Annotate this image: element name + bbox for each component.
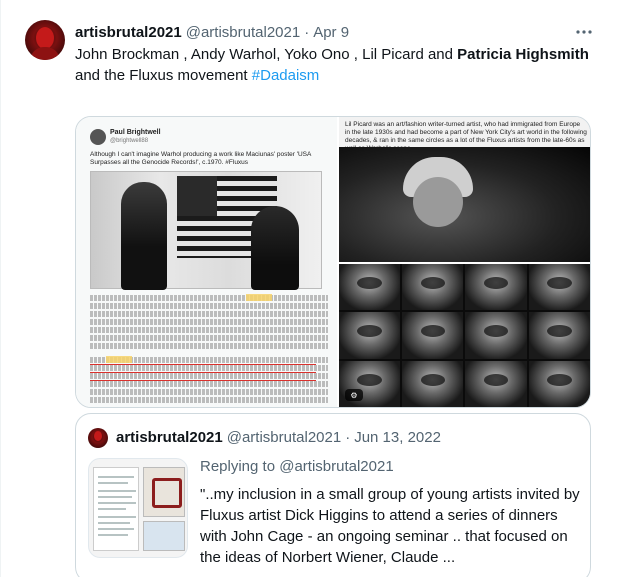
tweet-text: John Brockman , Andy Warhol, Yoko Ono , …	[75, 44, 595, 86]
tweet-text-bold: Patricia Highsmith	[457, 46, 589, 63]
portrait-photo	[338, 147, 590, 262]
media-grid: Paul Brightwell @brightwell88 Although I…	[75, 116, 591, 408]
tweet-text-part1: John Brockman , Andy Warhol, Yoko Ono , …	[75, 46, 458, 63]
text-line	[90, 365, 328, 371]
display-name[interactable]: artisbrutal2021	[75, 24, 182, 41]
doc-line	[98, 476, 134, 478]
grid-photo	[338, 312, 401, 359]
underline-mark	[90, 380, 316, 381]
more-icon[interactable]	[574, 22, 594, 42]
text-line	[90, 295, 328, 301]
grid-photo	[528, 312, 590, 359]
text-line	[90, 373, 328, 379]
replying-to[interactable]: Replying to @artisbrutal2021	[200, 458, 394, 475]
grid-photo	[402, 312, 464, 359]
grid-photo	[528, 264, 590, 311]
photo-person-left	[121, 182, 167, 290]
text-line	[90, 303, 328, 309]
quoted-avatar-face	[94, 431, 102, 441]
tweet[interactable]: artisbrutal2021 @artisbrutal2021 · Apr 9…	[0, 0, 627, 577]
grid-photo	[465, 312, 527, 359]
doc-line	[98, 490, 136, 492]
tweet-date[interactable]: Apr 9	[313, 24, 349, 41]
thumbnail-photo	[143, 521, 185, 551]
grid-photo	[402, 264, 464, 311]
quoted-display-name[interactable]: artisbrutal2021	[116, 429, 223, 446]
doc-line	[98, 502, 136, 504]
quoted-date[interactable]: Jun 13, 2022	[354, 429, 441, 446]
avatar[interactable]	[25, 20, 65, 60]
screenshot-handle: @brightwell88	[110, 138, 149, 144]
text-line	[90, 335, 328, 341]
flag-canton	[177, 176, 217, 216]
media-image-top-right[interactable]: Lil Picard was an art/fashion writer-tur…	[338, 117, 590, 262]
quoted-header: artisbrutal2021 @artisbrutal2021 · Jun 1…	[116, 429, 441, 446]
separator-dot: ·	[304, 24, 310, 41]
text-line	[90, 389, 328, 395]
text-line	[90, 381, 328, 387]
grid-photo	[338, 264, 401, 311]
doc-line	[98, 496, 132, 498]
doc-line	[98, 482, 128, 484]
underline-mark	[90, 372, 316, 373]
doc-line	[98, 522, 130, 524]
doc-line	[98, 528, 134, 530]
media-image-left[interactable]: Paul Brightwell @brightwell88 Although I…	[76, 117, 337, 407]
screenshot-author: Paul Brightwell	[110, 129, 161, 136]
tweet-header: artisbrutal2021 @artisbrutal2021 · Apr 9	[75, 24, 349, 44]
quoted-avatar[interactable]	[88, 428, 108, 448]
text-line	[90, 319, 328, 325]
avatar-face	[36, 27, 54, 49]
quoted-tweet[interactable]: artisbrutal2021 @artisbrutal2021 · Jun 1…	[75, 413, 591, 577]
quoted-handle[interactable]: @artisbrutal2021	[227, 429, 341, 446]
tweet-text-part2: and the Fluxus movement	[75, 67, 252, 84]
more-icon-svg	[576, 30, 592, 34]
media-image-bottom-right[interactable]: ⚙	[338, 264, 590, 407]
text-line	[90, 327, 328, 333]
photo-person-right	[251, 206, 299, 290]
thumbnail-document	[93, 467, 139, 551]
grid-photo	[528, 360, 590, 407]
screenshot-photo	[90, 171, 322, 290]
underline-mark	[90, 364, 316, 365]
user-handle[interactable]: @artisbrutal2021	[186, 24, 300, 41]
text-line	[90, 343, 328, 349]
screenshot-quote: Although I can't imagine Warhol producin…	[90, 151, 311, 166]
quoted-thumbnail[interactable]	[88, 458, 188, 558]
doc-line	[98, 534, 128, 536]
thumbnail-artwork	[143, 467, 185, 517]
separator-dot: ·	[345, 429, 351, 446]
doc-line	[98, 516, 136, 518]
grid-photo	[402, 360, 464, 407]
photo-grid	[338, 264, 590, 407]
hashtag-link[interactable]: #Dadaism	[252, 67, 320, 84]
text-line	[90, 397, 328, 403]
highlight-mark	[246, 294, 272, 301]
portrait-face	[412, 177, 463, 227]
text-line	[90, 311, 328, 317]
grid-photo	[465, 264, 527, 311]
sensitive-media-icon[interactable]: ⚙	[344, 389, 363, 401]
doc-line	[98, 508, 126, 510]
screenshot-avatar	[90, 129, 106, 145]
highlight-mark	[106, 356, 132, 363]
avatar-body	[30, 47, 60, 60]
grid-photo	[465, 360, 527, 407]
media-right-column: Lil Picard was an art/fashion writer-tur…	[338, 117, 590, 407]
quoted-text: "..my inclusion in a small group of youn…	[200, 486, 580, 566]
